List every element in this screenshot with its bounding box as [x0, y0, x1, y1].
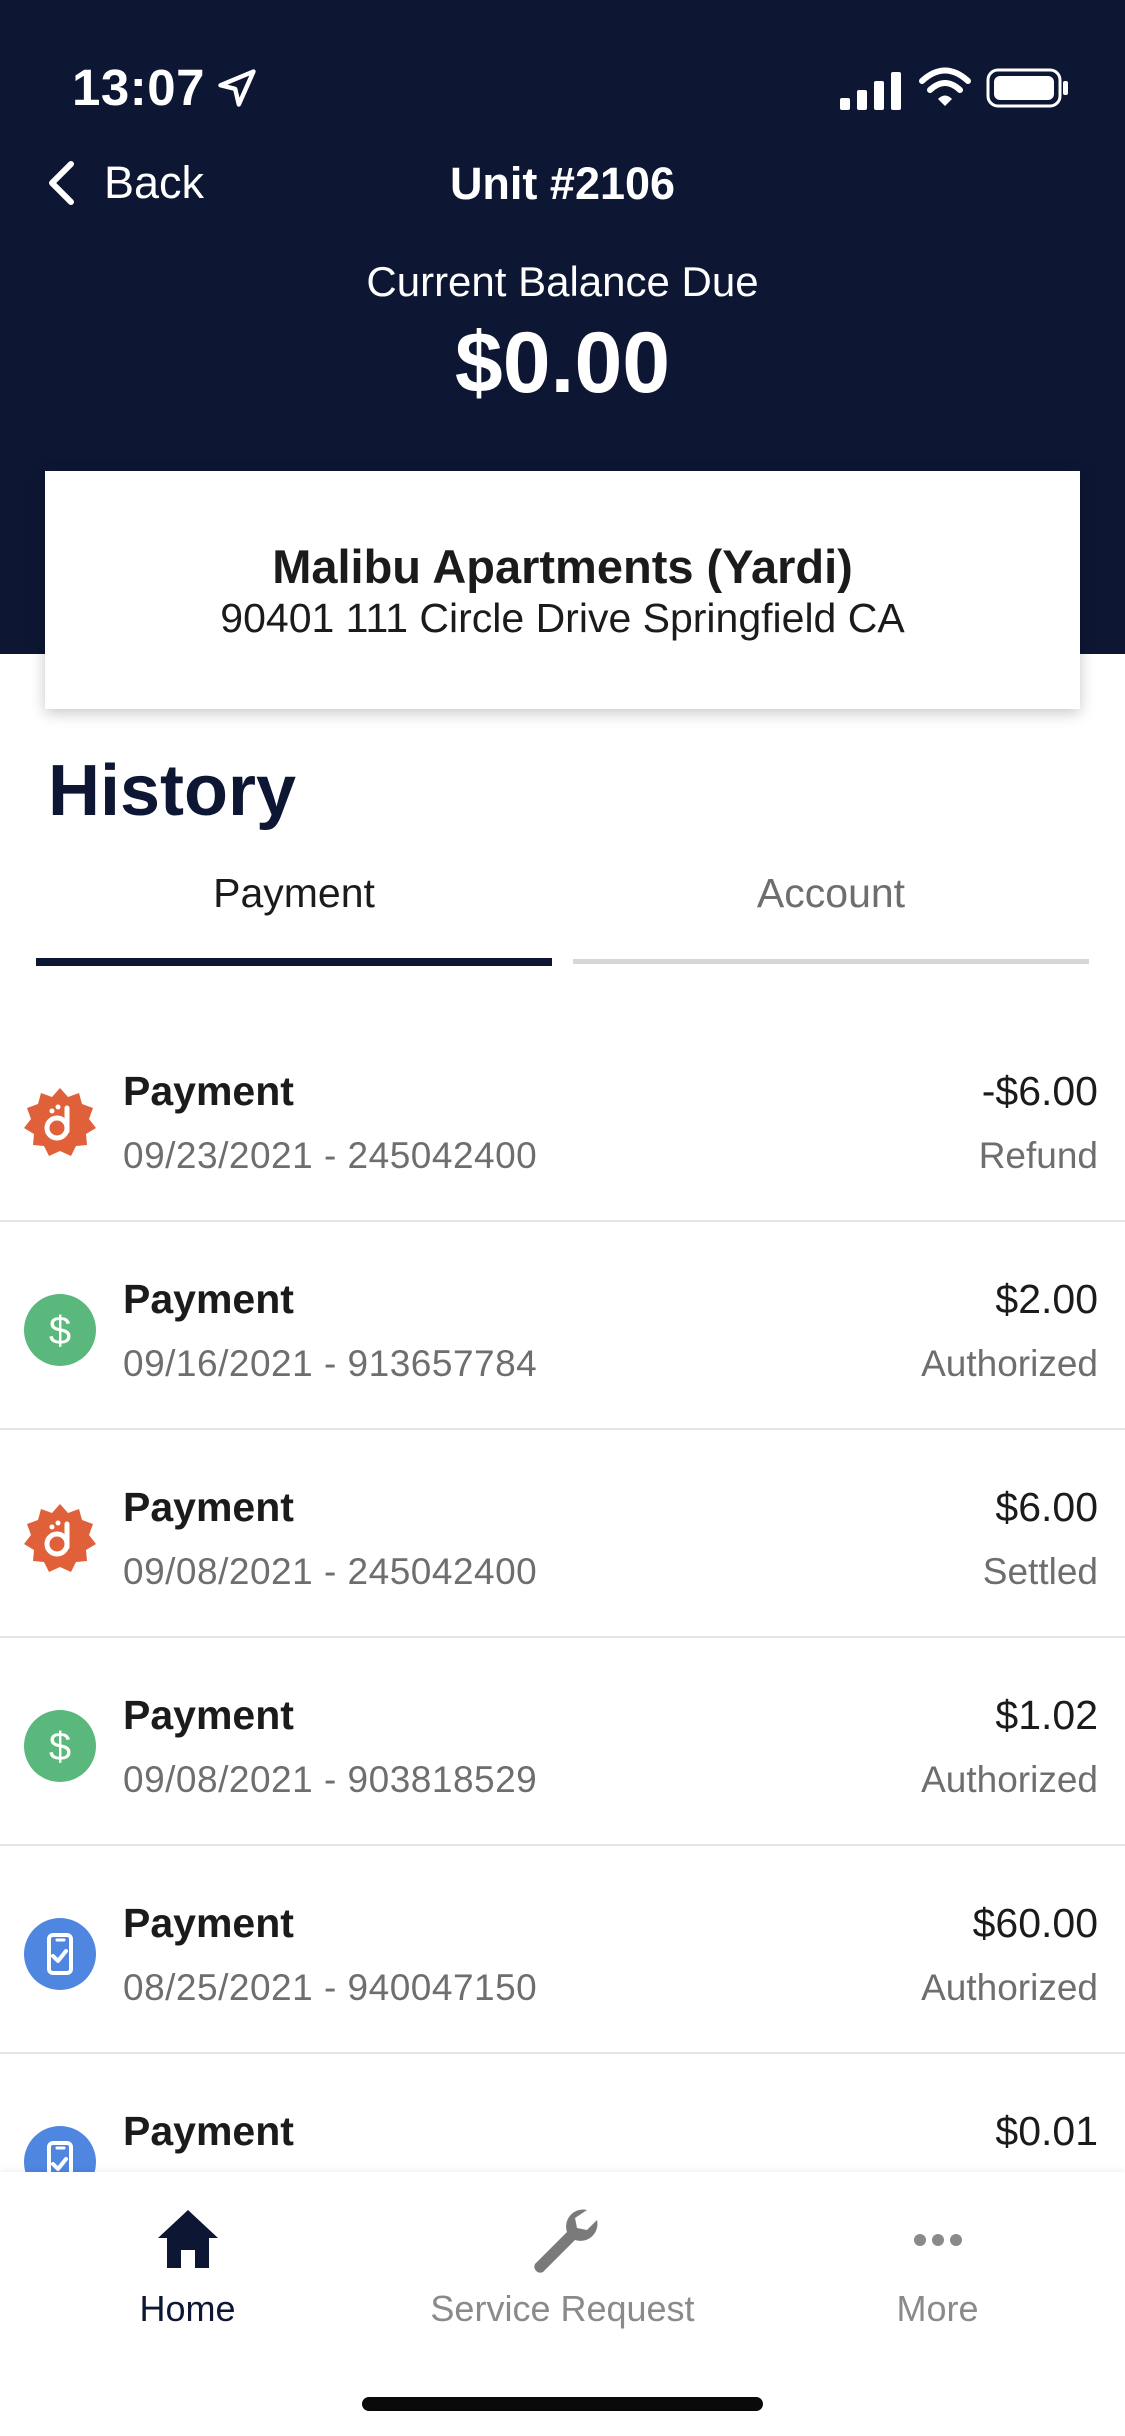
- location-arrow-icon: [218, 69, 256, 107]
- badge-d-icon: [24, 1088, 96, 1156]
- transaction-list: Payment 09/23/2021 - 245042400 -$6.00 Re…: [0, 1014, 1125, 2172]
- signal-bars-icon: [840, 72, 901, 110]
- tab-bar-service-request-label: Service Request: [430, 2288, 695, 2329]
- svg-text:$: $: [49, 1725, 71, 1769]
- tab-inactive-indicator: [573, 959, 1089, 964]
- wifi-icon: [919, 67, 971, 106]
- transaction-date-id: 09/08/2021 - 903818529: [123, 1759, 538, 1800]
- transaction-row[interactable]: Payment 09/23/2021 - 245042400 -$6.00 Re…: [0, 1014, 1125, 1222]
- transaction-amount: $2.00: [995, 1276, 1098, 1322]
- property-card: Malibu Apartments (Yardi) 90401 111 Circ…: [45, 471, 1080, 709]
- tab-account[interactable]: Account: [573, 870, 1089, 970]
- transaction-status: Authorized: [921, 1967, 1098, 2008]
- transaction-date-id: 08/25/2021 - 940047150: [123, 1967, 538, 2008]
- transaction-status: Authorized: [921, 1343, 1098, 1384]
- balance-amount: $0.00: [454, 315, 671, 411]
- svg-text:$: $: [49, 1309, 71, 1353]
- transaction-title: Payment: [123, 1900, 294, 1946]
- transaction-title: Payment: [123, 1484, 294, 1530]
- transaction-date-id: 09/23/2021 - 245042400: [123, 1135, 538, 1176]
- transaction-status: Refund: [978, 1135, 1098, 1176]
- transaction-amount: $60.00: [972, 1900, 1098, 1946]
- home-icon: [157, 2210, 218, 2268]
- transaction-row[interactable]: $ Payment 09/08/2021 - 903818529 $1.02 A…: [0, 1638, 1125, 1846]
- transaction-amount: $1.02: [995, 1692, 1098, 1738]
- transaction-amount: $6.00: [995, 1484, 1098, 1530]
- property-address: 90401 111 Circle Drive Springfield CA: [220, 595, 905, 641]
- transaction-title: Payment: [123, 1692, 294, 1738]
- transaction-status: Settled: [982, 1551, 1098, 1592]
- transaction-title: Payment: [123, 1068, 294, 1114]
- page-title: Unit #2106: [449, 158, 676, 209]
- transaction-amount: -$6.00: [981, 1068, 1098, 1114]
- phone-check-icon: [24, 1918, 96, 1990]
- transaction-row[interactable]: $ Payment 09/16/2021 - 913657784 $2.00 A…: [0, 1222, 1125, 1430]
- transaction-row[interactable]: Payment $0.01: [0, 2054, 1125, 2172]
- navigation-bar: Back Unit #2106: [0, 150, 1125, 216]
- more-dots-icon: [913, 2234, 962, 2246]
- wrench-icon: [533, 2209, 597, 2273]
- phone-check-icon: [24, 2126, 96, 2172]
- dollar-icon: $: [24, 1294, 96, 1366]
- home-indicator: [362, 2397, 763, 2411]
- transaction-row[interactable]: Payment 08/25/2021 - 940047150 $60.00 Au…: [0, 1846, 1125, 2054]
- property-name: Malibu Apartments (Yardi): [272, 540, 853, 593]
- battery-icon: [986, 68, 1068, 108]
- transaction-status: Authorized: [921, 1759, 1098, 1800]
- tab-bar-more[interactable]: More: [750, 2202, 1125, 2332]
- transaction-row[interactable]: Payment 09/08/2021 - 245042400 $6.00 Set…: [0, 1430, 1125, 1638]
- history-heading: History: [48, 751, 297, 831]
- tab-bar-more-label: More: [896, 2288, 979, 2329]
- transaction-title: Payment: [123, 1276, 294, 1322]
- transaction-title: Payment: [123, 2108, 294, 2154]
- balance-label: Current Balance Due: [366, 258, 759, 305]
- tab-payment[interactable]: Payment: [36, 870, 552, 970]
- transaction-date-id: 09/16/2021 - 913657784: [123, 1343, 538, 1384]
- badge-d-icon: [24, 1504, 96, 1572]
- tab-bar-home-label: Home: [139, 2288, 236, 2329]
- status-bar: 13:07: [0, 0, 1125, 150]
- tab-bar-home[interactable]: Home: [0, 2202, 375, 2332]
- status-time: 13:07: [72, 59, 205, 116]
- tab-active-indicator: [36, 958, 552, 966]
- transaction-date-id: 09/08/2021 - 245042400: [123, 1551, 538, 1592]
- tab-bar-service-request[interactable]: Service Request: [375, 2202, 750, 2332]
- dollar-icon: $: [24, 1710, 96, 1782]
- transaction-amount: $0.01: [995, 2108, 1098, 2154]
